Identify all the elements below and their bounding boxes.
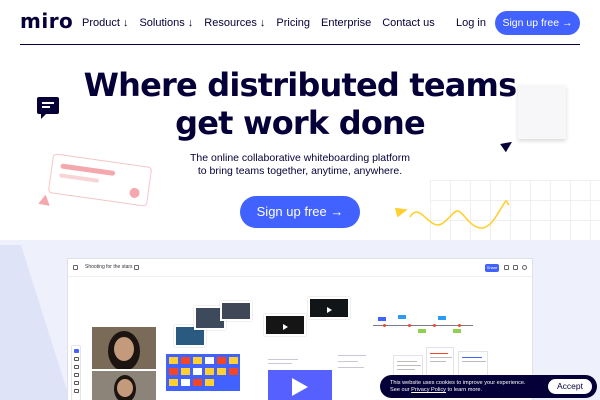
board-tool-icon [504, 265, 509, 270]
nav-product[interactable]: Product ↓ [82, 17, 128, 29]
cookie-banner: This website uses cookies to improve you… [380, 375, 597, 398]
card-decoration [47, 153, 153, 207]
cookie-line2: See our Privacy Policy to learn more. [390, 387, 526, 394]
hero-subtitle-line2: to bring teams together, anytime, anywhe… [197, 165, 403, 177]
video-tile-2 [92, 371, 156, 400]
sticky-notes-cluster [166, 354, 240, 391]
accept-cookies-button[interactable]: Accept [548, 379, 592, 394]
signup-nav-button[interactable]: Sign up free → [495, 11, 580, 35]
board-toolbar [71, 345, 81, 400]
nav-contact[interactable]: Contact us [382, 17, 435, 29]
nav-pricing[interactable]: Pricing [276, 17, 310, 29]
privacy-policy-link[interactable]: Privacy Policy [411, 387, 446, 393]
hero-subtitle-line1: The online collaborative whiteboarding p… [189, 152, 411, 164]
hero-subtitle: The online collaborative whiteboarding p… [150, 152, 450, 178]
miro-logo[interactable]: miro [20, 9, 73, 33]
squiggle-line [409, 200, 510, 229]
cookie-text: This website uses cookies to improve you… [390, 380, 526, 394]
hero-signup-button[interactable]: Sign up free → [240, 196, 360, 228]
board-settings-icon [513, 265, 518, 270]
login-link[interactable]: Log in [456, 17, 486, 29]
photo-video-1 [264, 314, 306, 336]
board-search-icon [522, 265, 527, 270]
photo-launch [220, 301, 252, 321]
nav-enterprise[interactable]: Enterprise [321, 17, 371, 29]
cookie-line2-prefix: See our [390, 387, 412, 393]
board-share-button: Share [485, 264, 499, 272]
nav-solutions[interactable]: Solutions ↓ [139, 17, 193, 29]
home-icon [73, 265, 78, 270]
board-header: Shooting for the stars Share [68, 259, 532, 277]
nav-resources[interactable]: Resources ↓ [204, 17, 265, 29]
cookie-line1: This website uses cookies to improve you… [390, 380, 526, 386]
hero-title-line1: Where distributed teams [83, 66, 518, 104]
nav-divider [20, 44, 580, 45]
hero-title-line2: get work done [175, 104, 426, 142]
top-nav: miro Product ↓ Solutions ↓ Resources ↓ P… [0, 0, 600, 46]
play-icon [292, 378, 308, 396]
upload-icon [134, 265, 139, 270]
video-player [268, 370, 332, 400]
board-title: Shooting for the stars [85, 264, 133, 270]
photo-video-2 [308, 297, 350, 319]
cursor-pink-icon [36, 194, 50, 210]
hero-title: Where distributed teams get work done [0, 66, 600, 142]
cookie-line2-suffix: to learn more. [445, 387, 483, 393]
video-tile-1 [92, 327, 156, 369]
nav-links: Product ↓ Solutions ↓ Resources ↓ Pricin… [82, 17, 446, 29]
